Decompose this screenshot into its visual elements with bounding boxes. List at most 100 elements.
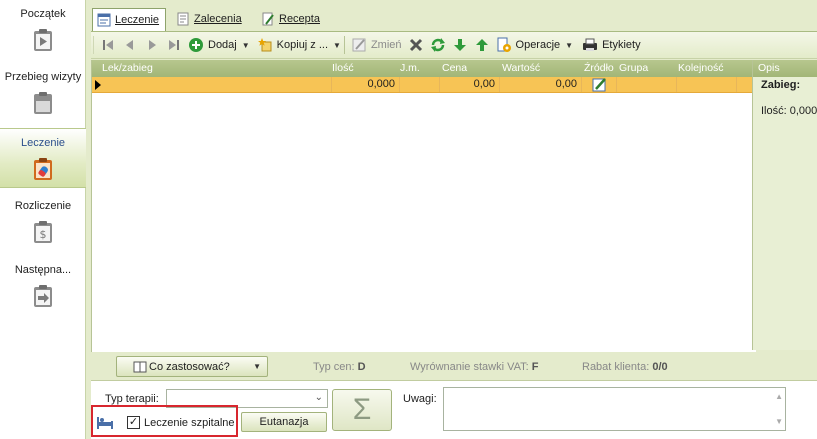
nav-item-leczenie[interactable]: Leczenie: [0, 128, 86, 188]
vat-status: Wyrównanie stawki VAT: F: [410, 361, 539, 373]
client-discount-value: 0/0: [652, 361, 668, 373]
medical-clipboard-icon: [34, 158, 52, 180]
description-panel: Opis Zabieg: Ilość: 0,000: [752, 60, 817, 350]
document-icon: [177, 12, 189, 26]
column-header[interactable]: Źródło: [584, 62, 614, 74]
scroll-down-icon[interactable]: ▼: [775, 417, 783, 426]
grid-header: Lek/zabieg Ilość J.m. Cena Wartość Źródł…: [92, 60, 757, 77]
column-header[interactable]: Lek/zabieg: [102, 62, 153, 74]
what-to-apply-button[interactable]: Co zastosować? ▼: [116, 356, 268, 377]
cell-cena[interactable]: 0,00: [440, 77, 500, 92]
edit-button[interactable]: Zmień: [348, 34, 405, 56]
treatment-form: Typ terapii: ⌄ ✓ Leczenie szpitalne Euta…: [91, 380, 817, 439]
sum-button[interactable]: Σ: [332, 389, 392, 431]
nav-item-label: Następna...: [14, 264, 72, 276]
column-header[interactable]: Kolejność: [678, 62, 724, 74]
edit-pencil-icon[interactable]: [592, 77, 607, 92]
cell-kolejnosc[interactable]: [677, 77, 737, 92]
svg-text:$: $: [40, 228, 47, 241]
refresh-button[interactable]: [427, 34, 449, 56]
edit-button-label: Zmień: [370, 39, 402, 51]
cell-zrodlo[interactable]: [582, 77, 617, 92]
tab-label: Recepta: [279, 13, 320, 25]
notes-textarea[interactable]: ▲ ▼: [443, 387, 786, 431]
tab-zalecenia[interactable]: Zalecenia: [172, 8, 248, 30]
price-type-value: D: [357, 361, 366, 373]
vat-value: F: [531, 361, 539, 373]
operations-button[interactable]: Operacje: [493, 34, 564, 56]
description-header: Opis: [753, 60, 817, 77]
next-record-button[interactable]: [141, 34, 163, 56]
price-type-status: Typ cen: D: [313, 361, 366, 373]
table-row[interactable]: 0,000 0,00 0,00: [92, 77, 757, 93]
skip-last-icon: [169, 40, 179, 50]
description-quantity: Ilość: 0,000: [761, 105, 817, 117]
delete-x-icon: [409, 38, 422, 52]
copy-from-button[interactable]: Kopiuj z ...: [254, 34, 331, 56]
tab-label: Leczenie: [115, 14, 160, 26]
toolbar-separator: [343, 36, 345, 54]
column-header[interactable]: Grupa: [619, 62, 648, 74]
cell-jm[interactable]: [400, 77, 440, 92]
column-header[interactable]: Wartość: [502, 62, 540, 74]
column-header[interactable]: Cena: [442, 62, 467, 74]
add-button[interactable]: Dodaj: [185, 34, 240, 56]
tab-label: Zalecenia: [194, 13, 242, 25]
main-panel: Leczenie Zalecenia Recepta Dodaj ▼ Kopiu…: [86, 0, 817, 439]
previous-record-button[interactable]: [119, 34, 141, 56]
vat-label: Wyrównanie stawki VAT:: [410, 361, 529, 373]
cell-wartosc[interactable]: 0,00: [500, 77, 582, 92]
tab-leczenie[interactable]: Leczenie: [92, 8, 167, 31]
labels-button[interactable]: Etykiety: [579, 34, 644, 56]
column-header[interactable]: Ilość: [332, 62, 354, 74]
price-type-label: Typ cen:: [313, 361, 355, 373]
chevron-down-icon: ⌄: [314, 392, 323, 403]
cell-lek-zabieg[interactable]: [92, 77, 332, 92]
nav-item-label: Przebieg wizyty: [4, 71, 82, 83]
operations-button-label: Operacje: [515, 39, 561, 51]
nav-item-rozliczenie[interactable]: Rozliczenie $: [0, 192, 86, 252]
cell-ilosc[interactable]: 0,000: [332, 77, 400, 92]
nav-item-label: Leczenie: [20, 137, 66, 149]
nav-item-przebieg-wizyty[interactable]: Przebieg wizyty: [0, 63, 86, 123]
copy-star-icon: [257, 38, 272, 52]
add-dropdown-arrow[interactable]: ▼: [242, 41, 250, 50]
refresh-icon: [430, 38, 445, 52]
nav-item-label: Rozliczenie: [14, 200, 72, 212]
what-to-apply-dropdown-arrow: ▼: [253, 362, 261, 371]
notes-label: Uwagi:: [403, 393, 437, 405]
book-icon: [133, 361, 147, 373]
last-record-button[interactable]: [163, 34, 185, 56]
nav-item-label: Początek: [20, 8, 66, 20]
label-printer-icon: [583, 38, 598, 51]
cell-grupa[interactable]: [617, 77, 677, 92]
hospital-treatment-checkbox[interactable]: ✓: [127, 416, 140, 429]
operations-dropdown-arrow[interactable]: ▼: [565, 41, 573, 50]
status-bar: Co zastosować? ▼ Typ cen: D Wyrównanie s…: [91, 353, 817, 379]
what-to-apply-label: Co zastosować?: [149, 360, 230, 373]
tab-recepta[interactable]: Recepta: [257, 8, 326, 30]
nav-item-nastepna[interactable]: Następna...: [0, 256, 86, 316]
nav-item-poczatek[interactable]: Początek: [0, 0, 86, 60]
add-button-label: Dodaj: [208, 39, 237, 51]
skip-first-icon: [103, 40, 113, 50]
euthanasia-button-label: Eutanazja: [259, 416, 309, 428]
column-header[interactable]: J.m.: [400, 62, 420, 74]
form-icon: [97, 13, 111, 27]
arrow-down-icon: [453, 39, 466, 51]
toolbar: Dodaj ▼ Kopiuj z ... ▼ Zmień Operacje ▼: [91, 31, 817, 59]
move-up-button[interactable]: [471, 34, 493, 56]
client-discount-label: Rabat klienta:: [582, 361, 650, 373]
move-down-button[interactable]: [449, 34, 471, 56]
delete-button[interactable]: [405, 34, 427, 56]
arrow-up-icon: [475, 39, 488, 51]
copy-dropdown-arrow[interactable]: ▼: [333, 41, 341, 50]
first-record-button[interactable]: [97, 34, 119, 56]
arrow-clipboard-icon: [34, 285, 52, 307]
scroll-up-icon[interactable]: ▲: [775, 392, 783, 401]
previous-icon: [126, 40, 133, 50]
add-circle-icon: [189, 38, 203, 52]
euthanasia-button[interactable]: Eutanazja: [241, 412, 327, 432]
left-navigation: Początek Przebieg wizyty Leczenie Rozlic…: [0, 0, 86, 439]
next-icon: [149, 40, 156, 50]
